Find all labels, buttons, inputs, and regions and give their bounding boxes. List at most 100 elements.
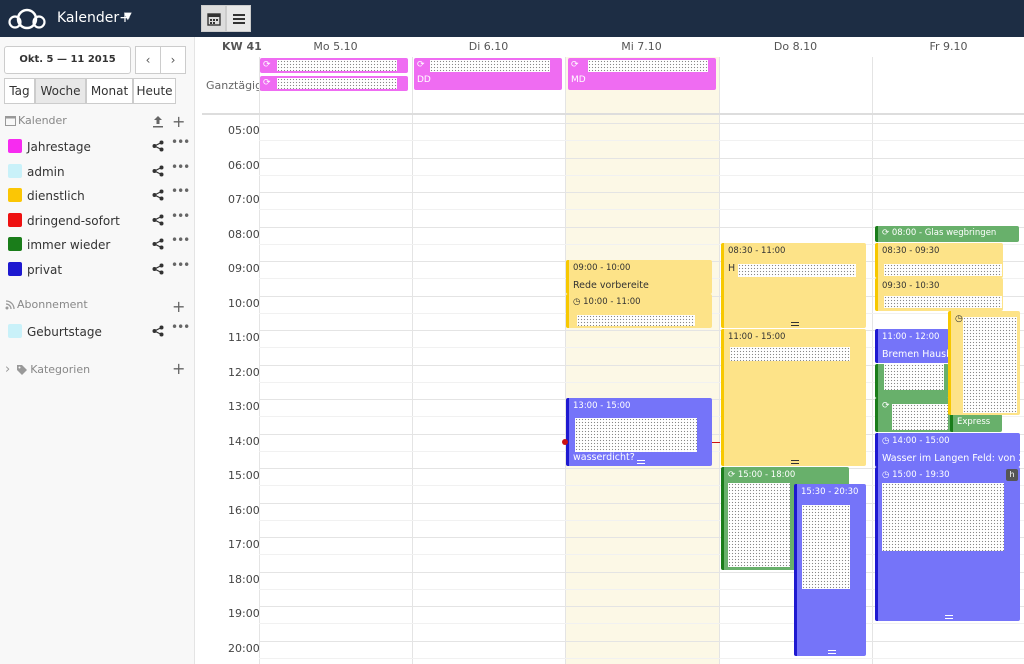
app-title[interactable]: Kalender+ bbox=[57, 10, 131, 26]
more-options-icon[interactable]: ••• bbox=[171, 135, 190, 149]
redacted-text bbox=[588, 60, 708, 72]
more-options-icon[interactable]: ••• bbox=[171, 258, 190, 272]
calendar-name[interactable]: Jahrestage bbox=[27, 140, 91, 154]
allday-event-label: DD bbox=[417, 75, 431, 85]
event-fri-2[interactable]: 08:30 - 09:30 bbox=[875, 243, 1003, 278]
more-options-icon[interactable]: ••• bbox=[171, 320, 190, 334]
share-icon[interactable] bbox=[152, 140, 164, 152]
allday-event[interactable]: ⟳ MD bbox=[568, 58, 716, 90]
calendar-name[interactable]: dienstlich bbox=[27, 189, 85, 203]
day-header[interactable]: Mo 5.10 bbox=[259, 40, 412, 53]
more-options-icon[interactable]: ••• bbox=[171, 233, 190, 247]
calendar-item[interactable]: Jahrestage ••• bbox=[0, 135, 195, 159]
calendar-color-swatch[interactable] bbox=[8, 212, 22, 227]
share-icon[interactable] bbox=[152, 238, 164, 250]
hour-label: 12:00 bbox=[228, 365, 260, 379]
view-week-tab[interactable]: Woche bbox=[35, 78, 86, 104]
event-fri-3[interactable]: 09:30 - 10:30 bbox=[875, 278, 1003, 311]
share-icon[interactable] bbox=[152, 189, 164, 201]
share-icon[interactable] bbox=[152, 165, 164, 177]
resize-handle[interactable] bbox=[791, 460, 799, 464]
next-week-button[interactable]: › bbox=[160, 46, 186, 74]
hour-label: 10:00 bbox=[228, 296, 260, 310]
calendar-name[interactable]: admin bbox=[27, 165, 65, 179]
list-view-button[interactable] bbox=[226, 5, 251, 32]
allday-event[interactable]: ⟳ DD bbox=[414, 58, 562, 90]
calendar-item[interactable]: privat ••• bbox=[0, 258, 195, 282]
calendar-color-swatch[interactable] bbox=[8, 188, 22, 203]
add-subscription-icon[interactable]: + bbox=[172, 299, 185, 315]
event-fri-1[interactable]: ⟳ 08:00 - Glas wegbringen bbox=[875, 226, 1019, 242]
allday-event[interactable]: ⟳ bbox=[260, 76, 408, 91]
hour-label: 08:00 bbox=[228, 227, 260, 241]
day-header[interactable]: Fr 9.10 bbox=[872, 40, 1024, 53]
day-header[interactable]: Mi 7.10 bbox=[565, 40, 718, 53]
event-wed-2[interactable]: ◷ 10:00 - 11:00 bbox=[566, 294, 712, 328]
app-menu-caret-icon[interactable]: ▼ bbox=[124, 11, 132, 22]
redacted-text bbox=[728, 483, 790, 567]
repeat-icon: ⟳ bbox=[882, 401, 890, 411]
calendar-name[interactable]: privat bbox=[27, 263, 62, 277]
add-calendar-icon[interactable]: + bbox=[172, 114, 185, 130]
upload-icon[interactable] bbox=[152, 115, 164, 128]
calendar-item[interactable]: dienstlich ••• bbox=[0, 184, 195, 208]
view-month-tab[interactable]: Monat bbox=[86, 78, 133, 104]
event-time: 15:00 - 18:00 bbox=[737, 470, 796, 480]
event-wed-3[interactable]: 13:00 - 15:00 wasserdicht? bbox=[566, 398, 712, 466]
event-time: 15:30 - 20:30 bbox=[801, 487, 859, 497]
allday-label: Ganztägig bbox=[206, 79, 263, 92]
event-time: 14:00 - 15:00 bbox=[892, 436, 950, 446]
event-badge: h bbox=[1006, 469, 1018, 481]
hour-line bbox=[259, 192, 1024, 193]
calendar-item[interactable]: dringend-sofort ••• bbox=[0, 209, 195, 233]
event-thu-1[interactable]: 08:30 - 11:00 H bbox=[721, 243, 866, 328]
calendar-item[interactable]: immer wieder ••• bbox=[0, 233, 195, 257]
calendar-item[interactable]: admin ••• bbox=[0, 160, 195, 184]
cloud-logo-icon[interactable] bbox=[6, 7, 48, 31]
resize-handle[interactable] bbox=[827, 650, 836, 654]
event-thu-4[interactable]: 15:30 - 20:30 bbox=[794, 484, 866, 656]
calendar-color-swatch[interactable] bbox=[8, 324, 22, 338]
subscription-item[interactable]: Geburtstage ••• bbox=[0, 320, 195, 344]
add-category-icon[interactable]: + bbox=[172, 361, 185, 377]
hour-label: 13:00 bbox=[228, 400, 260, 413]
share-icon[interactable] bbox=[152, 325, 164, 337]
event-fri-9[interactable]: ◷ 14:00 - 15:00 Wasser im Langen Feld: v… bbox=[875, 433, 1020, 467]
prev-week-button[interactable]: ‹ bbox=[135, 46, 161, 74]
more-options-icon[interactable]: ••• bbox=[171, 184, 190, 198]
event-time: 15:00 - 19:30 bbox=[892, 470, 950, 480]
share-icon[interactable] bbox=[152, 214, 164, 226]
resize-handle[interactable] bbox=[636, 460, 645, 464]
day-header[interactable]: Di 6.10 bbox=[412, 40, 565, 53]
event-fri-7[interactable]: Express bbox=[950, 414, 1002, 432]
event-fri-4[interactable]: 11:00 - 12:00 Bremen Hausba bbox=[875, 329, 949, 363]
date-range-picker[interactable]: Okt. 5 — 11 2015 bbox=[4, 46, 131, 74]
event-fri-8[interactable]: ◷ bbox=[948, 311, 1020, 415]
calendar-color-swatch[interactable] bbox=[8, 163, 22, 178]
event-wed-1[interactable]: 09:00 - 10:00 Rede vorbereite bbox=[566, 260, 712, 294]
calendar-name[interactable]: Geburtstage bbox=[27, 325, 102, 339]
categories-header[interactable]: › Kategorien bbox=[5, 362, 90, 377]
calendar-view-button[interactable] bbox=[201, 5, 226, 32]
resize-handle[interactable] bbox=[945, 615, 953, 619]
day-header[interactable]: Do 8.10 bbox=[719, 40, 872, 53]
event-fri-5[interactable] bbox=[875, 364, 949, 398]
event-thu-2[interactable]: 11:00 - 15:00 bbox=[721, 329, 866, 466]
event-time: 09:00 - 10:00 bbox=[573, 263, 631, 273]
more-options-icon[interactable]: ••• bbox=[171, 160, 190, 174]
event-fri-10[interactable]: ◷ 15:00 - 19:30 h bbox=[875, 467, 1020, 621]
event-fri-6[interactable]: ⟳ bbox=[875, 398, 955, 432]
hour-label: 20:00 bbox=[228, 641, 260, 655]
resize-handle[interactable] bbox=[791, 322, 799, 326]
allday-event[interactable]: ⟳ bbox=[260, 58, 408, 73]
calendar-color-swatch[interactable] bbox=[8, 237, 22, 252]
calendar-name[interactable]: dringend-sofort bbox=[27, 214, 120, 228]
calendar-color-swatch[interactable] bbox=[8, 262, 22, 276]
calendar-name[interactable]: immer wieder bbox=[27, 238, 110, 252]
view-day-tab[interactable]: Tag bbox=[4, 78, 35, 104]
share-icon[interactable] bbox=[152, 263, 164, 275]
event-title: Bremen Hausba bbox=[882, 349, 949, 360]
calendar-color-swatch[interactable] bbox=[8, 139, 22, 153]
view-today-tab[interactable]: Heute bbox=[133, 78, 176, 104]
more-options-icon[interactable]: ••• bbox=[171, 209, 190, 223]
